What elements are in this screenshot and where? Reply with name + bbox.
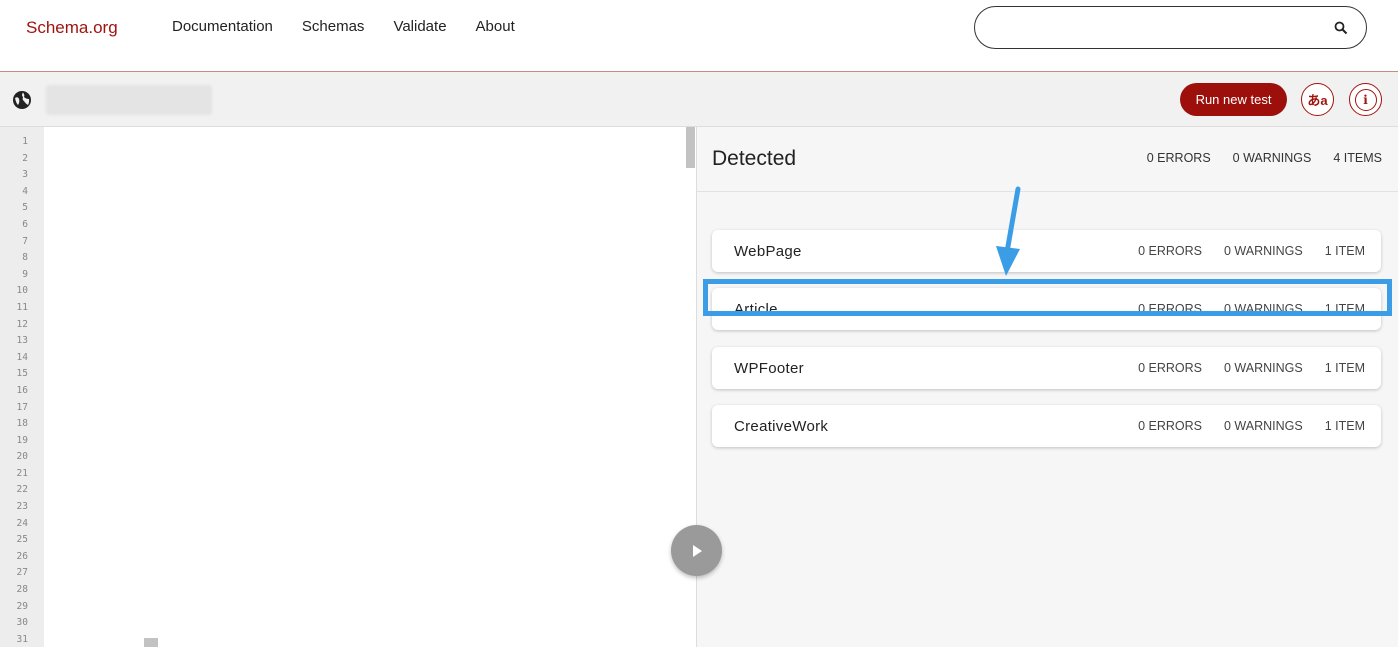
main-nav: Documentation Schemas Validate About xyxy=(172,18,515,35)
results-panel: Detected 0 ERRORS 0 WARNINGS 4 ITEMS Web… xyxy=(697,127,1398,647)
test-toolbar: Run new test あa i xyxy=(0,72,1398,127)
line-number: 11 xyxy=(16,301,28,313)
line-number: 1 xyxy=(22,136,28,147)
card-name: Article xyxy=(734,301,778,318)
line-number: 7 xyxy=(22,235,28,247)
line-number: 23 xyxy=(16,501,28,513)
line-number: 9 xyxy=(22,268,28,280)
globe-icon xyxy=(13,91,31,109)
line-number: 17 xyxy=(16,401,28,413)
line-number: 12 xyxy=(16,318,28,330)
line-number: 15 xyxy=(16,368,28,380)
card-items: 1 ITEM xyxy=(1324,244,1365,258)
results-header: Detected 0 ERRORS 0 WARNINGS 4 ITEMS xyxy=(697,127,1398,192)
card-items: 1 ITEM xyxy=(1324,361,1365,375)
result-card-creativework[interactable]: CreativeWork 0 ERRORS 0 WARNINGS 1 ITEM xyxy=(712,405,1381,447)
line-number: 26 xyxy=(16,550,28,562)
card-warnings: 0 WARNINGS xyxy=(1223,419,1303,433)
line-number: 31 xyxy=(16,633,28,645)
info-button[interactable]: i xyxy=(1349,83,1382,116)
line-number: 2 xyxy=(22,152,28,164)
line-number: 28 xyxy=(16,584,28,596)
card-stats: 0 ERRORS 0 WARNINGS 1 ITEM xyxy=(1138,302,1365,316)
results-summary: 0 ERRORS 0 WARNINGS 4 ITEMS xyxy=(1147,151,1382,165)
line-number: 21 xyxy=(16,467,28,479)
vertical-scrollbar[interactable] xyxy=(686,127,695,168)
run-new-test-button[interactable]: Run new test xyxy=(1180,83,1287,116)
search-input[interactable] xyxy=(991,17,1321,39)
card-errors: 0 ERRORS xyxy=(1138,419,1202,433)
card-name: CreativeWork xyxy=(734,418,829,435)
line-number-gutter: 1 2 3 4 5 6 7 8 9 10 11 12 13 14 15 16 17 18 19 20 21 22 23 24 2… xyxy=(0,127,44,647)
play-icon xyxy=(692,544,702,557)
card-name: WPFooter xyxy=(734,360,804,377)
summary-warnings: 0 WARNINGS xyxy=(1232,151,1312,165)
line-number: 6 xyxy=(22,218,28,230)
result-card-article[interactable]: Article 0 ERRORS 0 WARNINGS 1 ITEM xyxy=(712,288,1381,330)
site-logo[interactable]: Schema.org xyxy=(26,18,118,38)
result-card-webpage[interactable]: WebPage 0 ERRORS 0 WARNINGS 1 ITEM xyxy=(712,230,1381,272)
translate-icon: あa xyxy=(1307,93,1328,108)
nav-validate[interactable]: Validate xyxy=(393,18,446,35)
nav-documentation[interactable]: Documentation xyxy=(172,18,273,35)
line-number: 27 xyxy=(16,567,28,579)
card-stats: 0 ERRORS 0 WARNINGS 1 ITEM xyxy=(1138,419,1365,433)
summary-errors: 0 ERRORS xyxy=(1146,151,1211,165)
card-stats: 0 ERRORS 0 WARNINGS 1 ITEM xyxy=(1138,361,1365,375)
card-errors: 0 ERRORS xyxy=(1138,302,1202,316)
search-box[interactable] xyxy=(974,6,1367,49)
result-card-wpfooter[interactable]: WPFooter 0 ERRORS 0 WARNINGS 1 ITEM xyxy=(712,347,1381,389)
card-name: WebPage xyxy=(734,243,802,260)
info-icon: i xyxy=(1354,88,1377,111)
translate-button[interactable]: あa xyxy=(1301,83,1334,116)
line-number: 3 xyxy=(22,169,28,181)
search-icon[interactable] xyxy=(1334,21,1348,35)
line-number: 14 xyxy=(16,351,28,363)
horizontal-scrollbar[interactable] xyxy=(144,638,158,647)
line-number: 24 xyxy=(16,517,28,529)
line-number: 16 xyxy=(16,384,28,396)
top-header: Schema.org Documentation Schemas Validat… xyxy=(0,0,1398,72)
card-warnings: 0 WARNINGS xyxy=(1223,302,1303,316)
line-number: 10 xyxy=(16,285,28,297)
line-number: 13 xyxy=(16,335,28,347)
run-code-button[interactable] xyxy=(671,525,722,576)
card-stats: 0 ERRORS 0 WARNINGS 1 ITEM xyxy=(1138,244,1365,258)
line-number: 18 xyxy=(16,418,28,430)
card-items: 1 ITEM xyxy=(1324,419,1365,433)
line-number: 29 xyxy=(16,600,28,612)
summary-items: 4 ITEMS xyxy=(1333,151,1382,165)
nav-about[interactable]: About xyxy=(476,18,515,35)
card-errors: 0 ERRORS xyxy=(1138,244,1202,258)
tested-url-field[interactable] xyxy=(46,85,212,115)
card-items: 1 ITEM xyxy=(1324,302,1365,316)
nav-schemas[interactable]: Schemas xyxy=(302,18,365,35)
card-errors: 0 ERRORS xyxy=(1138,361,1202,375)
card-warnings: 0 WARNINGS xyxy=(1223,244,1303,258)
line-number: 30 xyxy=(16,617,28,629)
card-warnings: 0 WARNINGS xyxy=(1223,361,1303,375)
line-number: 25 xyxy=(16,534,28,546)
detected-title: Detected xyxy=(712,147,797,170)
line-number: 4 xyxy=(22,185,28,197)
code-editor[interactable]: 1 2 3 4 5 6 7 8 9 10 11 12 13 14 15 16 17 18 19 20 21 22 23 24 2… xyxy=(0,127,697,647)
line-number: 22 xyxy=(16,484,28,496)
line-number: 5 xyxy=(22,202,28,214)
line-number: 19 xyxy=(16,434,28,446)
line-number: 8 xyxy=(22,252,28,264)
line-number: 20 xyxy=(16,451,28,463)
